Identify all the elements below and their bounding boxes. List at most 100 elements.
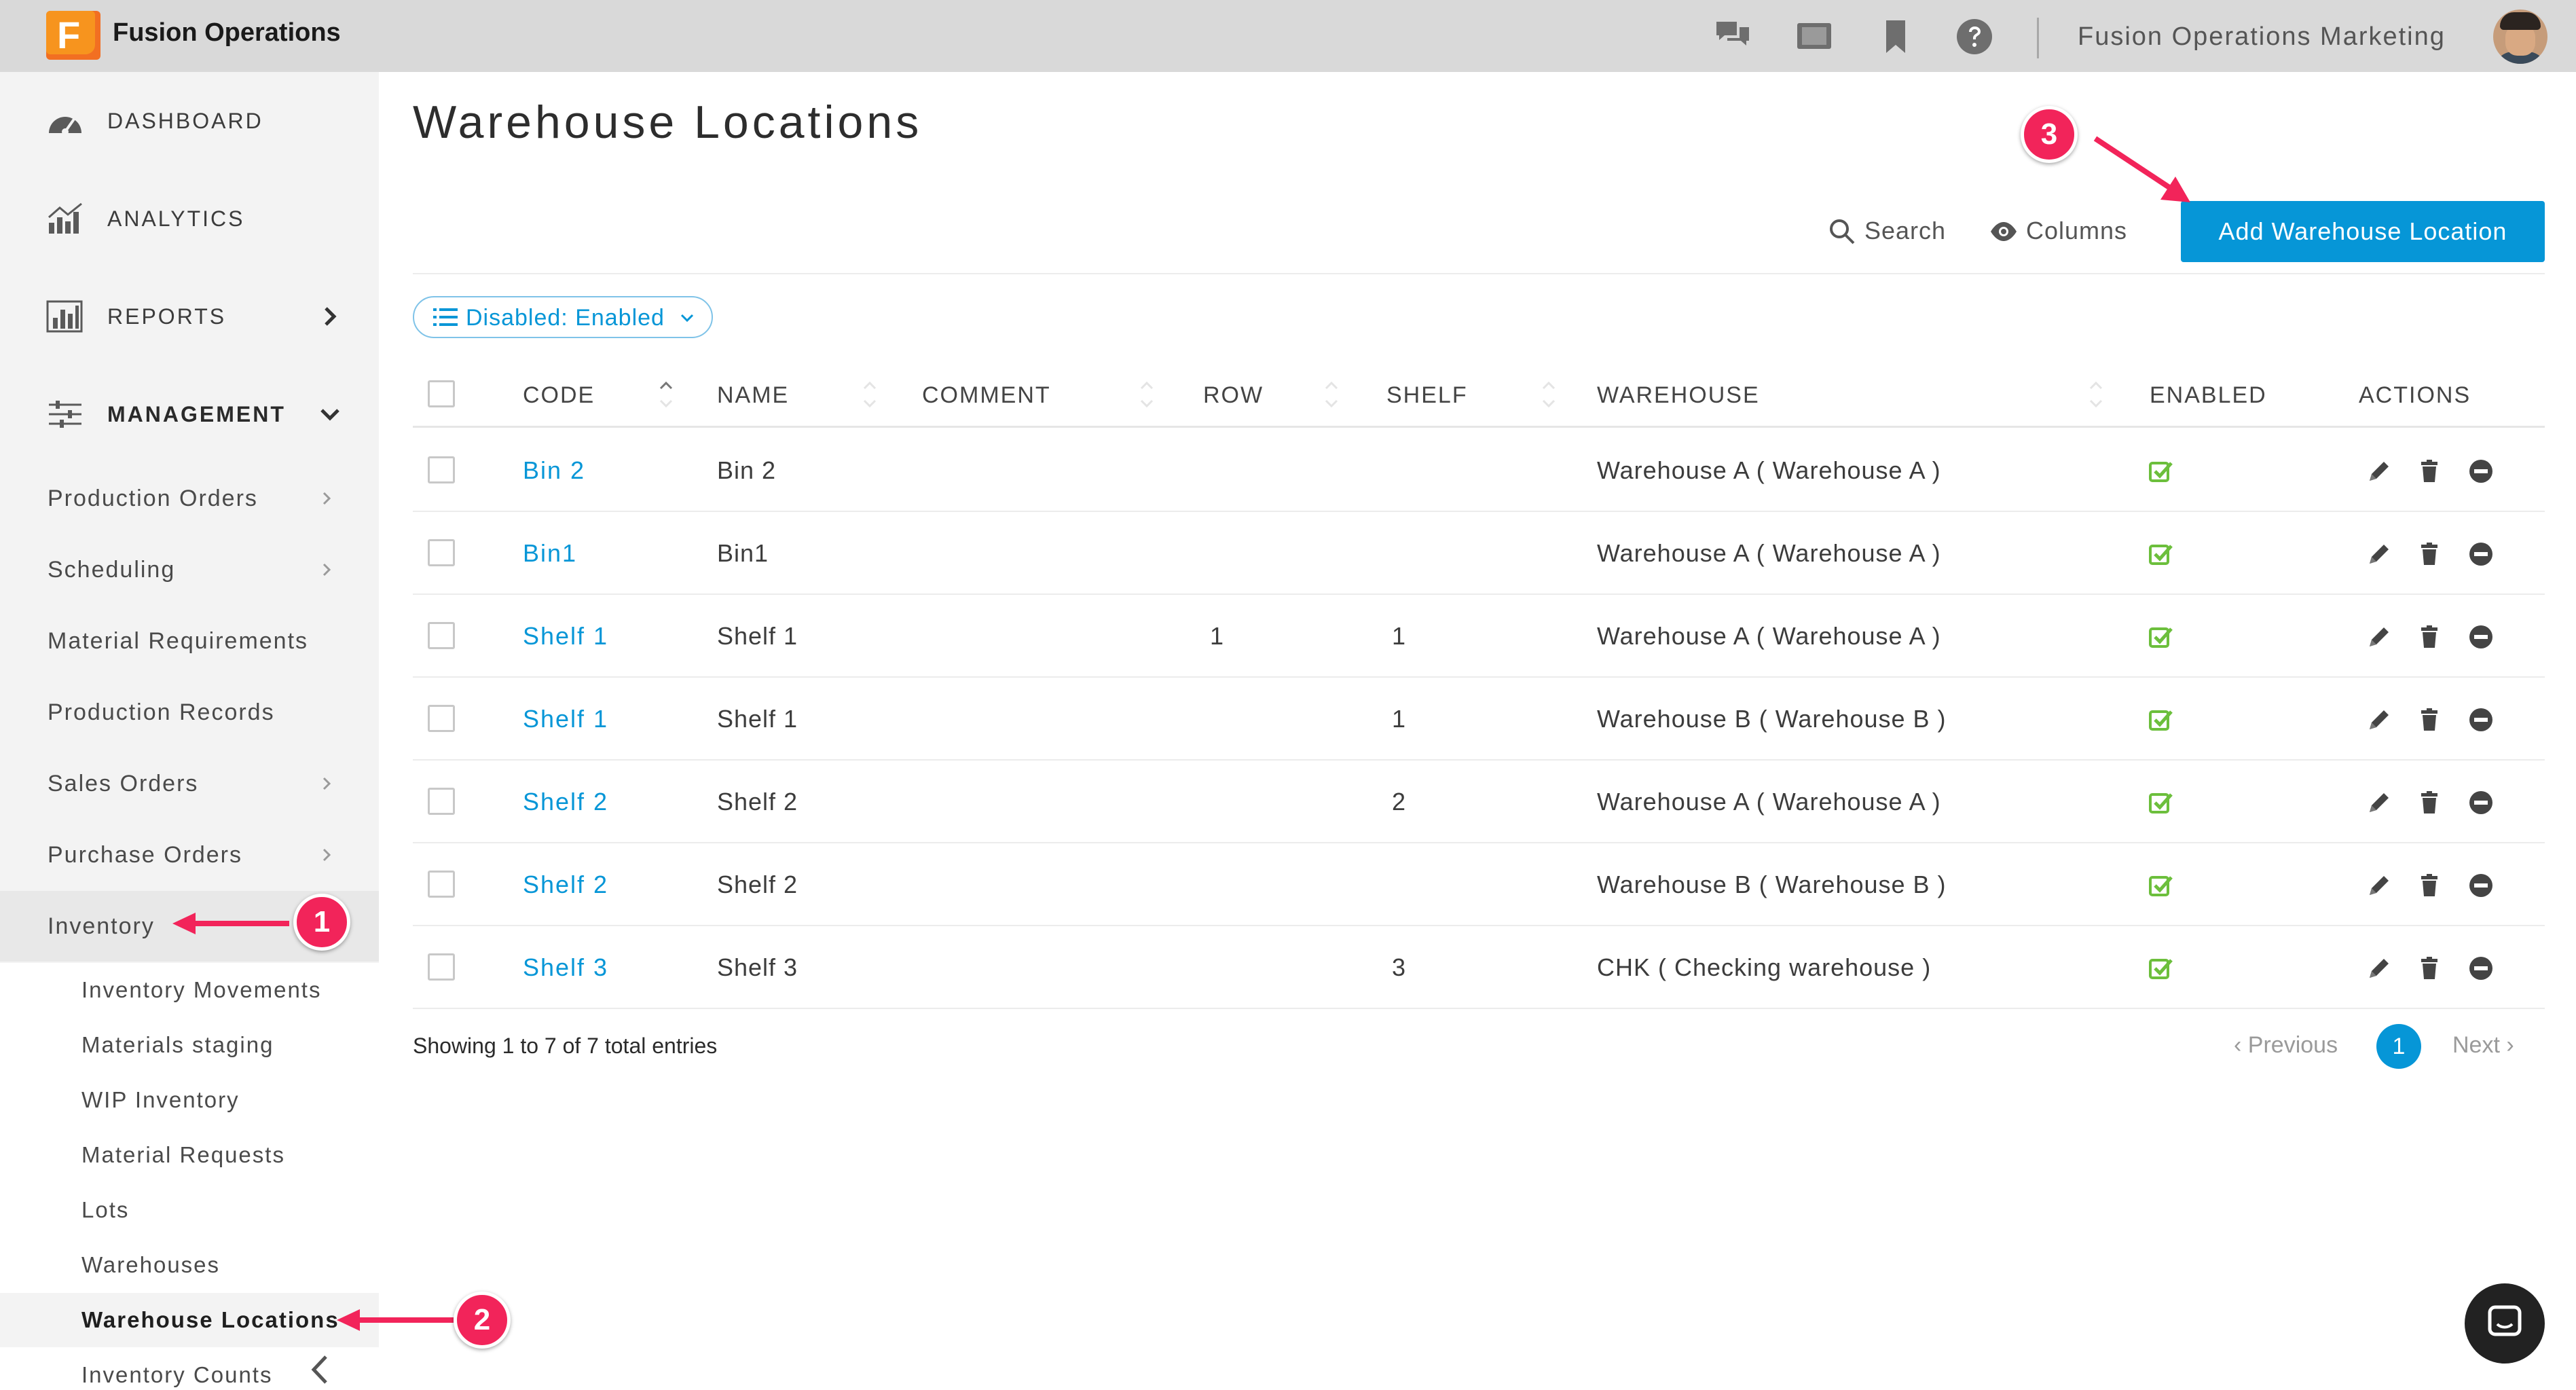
sidebar-item-materials-staging[interactable]: Materials staging — [0, 1018, 379, 1072]
edit-pencil-icon[interactable] — [2366, 458, 2393, 485]
column-header-shelf[interactable]: SHELF — [1386, 380, 1468, 410]
filter-label: Disabled: Enabled — [466, 305, 665, 331]
chevron-right-icon — [325, 307, 337, 326]
table-row: Bin 2 Bin 2 Warehouse A ( Warehouse A ) — [413, 429, 2545, 512]
sidebar-item-purchase-orders[interactable]: Purchase Orders — [0, 820, 379, 890]
sidebar-item-reports[interactable]: REPORTS — [0, 282, 379, 350]
edit-pencil-icon[interactable] — [2366, 872, 2393, 899]
cell-warehouse: Warehouse B ( Warehouse B ) — [1597, 705, 1947, 733]
delete-trash-icon[interactable] — [2416, 789, 2443, 816]
enabled-check-icon — [2149, 462, 2173, 482]
bookmark-icon[interactable] — [1877, 18, 1915, 56]
delete-trash-icon[interactable] — [2416, 872, 2443, 899]
delete-trash-icon[interactable] — [2416, 706, 2443, 733]
sidebar-item-material-requirements[interactable]: Material Requirements — [0, 606, 379, 676]
sort-icon[interactable] — [861, 378, 879, 411]
edit-pencil-icon[interactable] — [2366, 789, 2393, 816]
chevron-down-icon — [680, 314, 694, 323]
delete-trash-icon[interactable] — [2416, 458, 2443, 485]
chat-bubble-icon — [2488, 1305, 2522, 1336]
search-button[interactable]: Search — [1828, 212, 1950, 250]
sidebar-item-inventory-movements[interactable]: Inventory Movements — [0, 963, 379, 1017]
filter-dropdown[interactable]: Disabled: Enabled — [413, 296, 713, 338]
sort-icon[interactable] — [1323, 378, 1340, 411]
row-select-checkbox[interactable] — [428, 539, 455, 566]
cell-code-link[interactable]: Bin1 — [523, 538, 577, 569]
row-select-checkbox[interactable] — [428, 953, 455, 981]
disable-minus-icon[interactable] — [2467, 872, 2495, 899]
next-label: Next — [2452, 1032, 2500, 1058]
row-select-checkbox[interactable] — [428, 456, 455, 483]
sort-icon[interactable] — [2087, 378, 2105, 411]
cell-warehouse: Warehouse B ( Warehouse B ) — [1597, 871, 1947, 898]
cell-shelf: 2 — [1392, 788, 1407, 816]
sidebar-item-warehouse-locations[interactable]: Warehouse Locations — [0, 1293, 379, 1347]
cell-code-link[interactable]: Shelf 2 — [523, 869, 608, 900]
columns-label: Columns — [2026, 217, 2128, 244]
help-icon[interactable] — [1955, 18, 1993, 56]
page-1-button[interactable]: 1 — [2376, 1024, 2421, 1069]
sidebar-item-lots[interactable]: Lots — [0, 1183, 379, 1237]
disable-minus-icon[interactable] — [2467, 955, 2495, 982]
edit-pencil-icon[interactable] — [2366, 706, 2393, 733]
sort-icon[interactable] — [1138, 378, 1156, 411]
cell-code-link[interactable]: Shelf 3 — [523, 952, 608, 983]
sidebar-item-analytics[interactable]: ANALYTICS — [0, 185, 379, 253]
enabled-check-icon — [2149, 545, 2173, 565]
sort-asc-icon[interactable] — [657, 378, 675, 411]
column-header-row[interactable]: ROW — [1203, 380, 1264, 410]
column-header-name[interactable]: NAME — [717, 380, 789, 410]
column-header-warehouse[interactable]: WAREHOUSE — [1597, 380, 1760, 410]
disable-minus-icon[interactable] — [2467, 706, 2495, 733]
column-header-comment[interactable]: COMMENT — [922, 380, 1051, 410]
cell-code-link[interactable]: Shelf 1 — [523, 703, 608, 735]
disable-minus-icon[interactable] — [2467, 458, 2495, 485]
row-select-checkbox[interactable] — [428, 788, 455, 815]
next-page-button[interactable]: Next › — [2452, 1029, 2514, 1061]
cell-code-link[interactable]: Shelf 2 — [523, 786, 608, 818]
org-name[interactable]: Fusion Operations Marketing — [2078, 20, 2446, 53]
disable-minus-icon[interactable] — [2467, 623, 2495, 651]
row-select-checkbox[interactable] — [428, 622, 455, 649]
sidebar-item-dashboard[interactable]: DASHBOARD — [0, 87, 379, 155]
sidebar-item-production-orders[interactable]: Production Orders — [0, 463, 379, 534]
collapse-sidebar-icon[interactable] — [307, 1353, 334, 1387]
callout-badge-3: 3 — [2021, 106, 2078, 163]
add-warehouse-location-button[interactable]: Add Warehouse Location — [2181, 201, 2545, 262]
column-header-code[interactable]: CODE — [523, 380, 595, 410]
analytics-chart-icon — [48, 202, 82, 234]
select-all-checkbox[interactable] — [428, 380, 455, 407]
sidebar-item-production-records[interactable]: Production Records — [0, 677, 379, 748]
column-header-actions: ACTIONS — [2359, 382, 2471, 408]
disable-minus-icon[interactable] — [2467, 541, 2495, 568]
columns-button[interactable]: Columns — [1989, 212, 2139, 250]
sidebar-item-scheduling[interactable]: Scheduling — [0, 534, 379, 605]
search-label: Search — [1864, 217, 1947, 244]
edit-pencil-icon[interactable] — [2366, 623, 2393, 651]
sidebar-item-warehouses[interactable]: Warehouses — [0, 1238, 379, 1292]
delete-trash-icon[interactable] — [2416, 623, 2443, 651]
delete-trash-icon[interactable] — [2416, 541, 2443, 568]
disable-minus-icon[interactable] — [2467, 789, 2495, 816]
screen-icon[interactable] — [1795, 18, 1833, 56]
row-select-checkbox[interactable] — [428, 705, 455, 732]
delete-trash-icon[interactable] — [2416, 955, 2443, 982]
support-chat-button[interactable] — [2465, 1283, 2545, 1364]
row-select-checkbox[interactable] — [428, 871, 455, 898]
sort-icon[interactable] — [1540, 378, 1558, 411]
sidebar-item-management[interactable]: MANAGEMENT — [0, 380, 379, 448]
previous-page-button[interactable]: ‹ Previous — [2234, 1029, 2338, 1061]
chat-icon[interactable] — [1714, 18, 1752, 56]
sidebar-item-wip-inventory[interactable]: WIP Inventory — [0, 1073, 379, 1127]
app-name[interactable]: Fusion Operations — [113, 16, 341, 49]
sidebar-item-sales-orders[interactable]: Sales Orders — [0, 748, 379, 819]
cell-code-link[interactable]: Bin 2 — [523, 455, 585, 486]
table-row: Bin1 Bin1 Warehouse A ( Warehouse A ) — [413, 512, 2545, 595]
sidebar-item-material-requests[interactable]: Material Requests — [0, 1128, 379, 1182]
edit-pencil-icon[interactable] — [2366, 955, 2393, 982]
dashboard-gauge-icon — [49, 117, 81, 135]
user-avatar[interactable] — [2493, 10, 2547, 64]
edit-pencil-icon[interactable] — [2366, 541, 2393, 568]
cell-code-link[interactable]: Shelf 1 — [523, 621, 608, 652]
fusion-logo-icon[interactable]: F — [46, 11, 100, 60]
